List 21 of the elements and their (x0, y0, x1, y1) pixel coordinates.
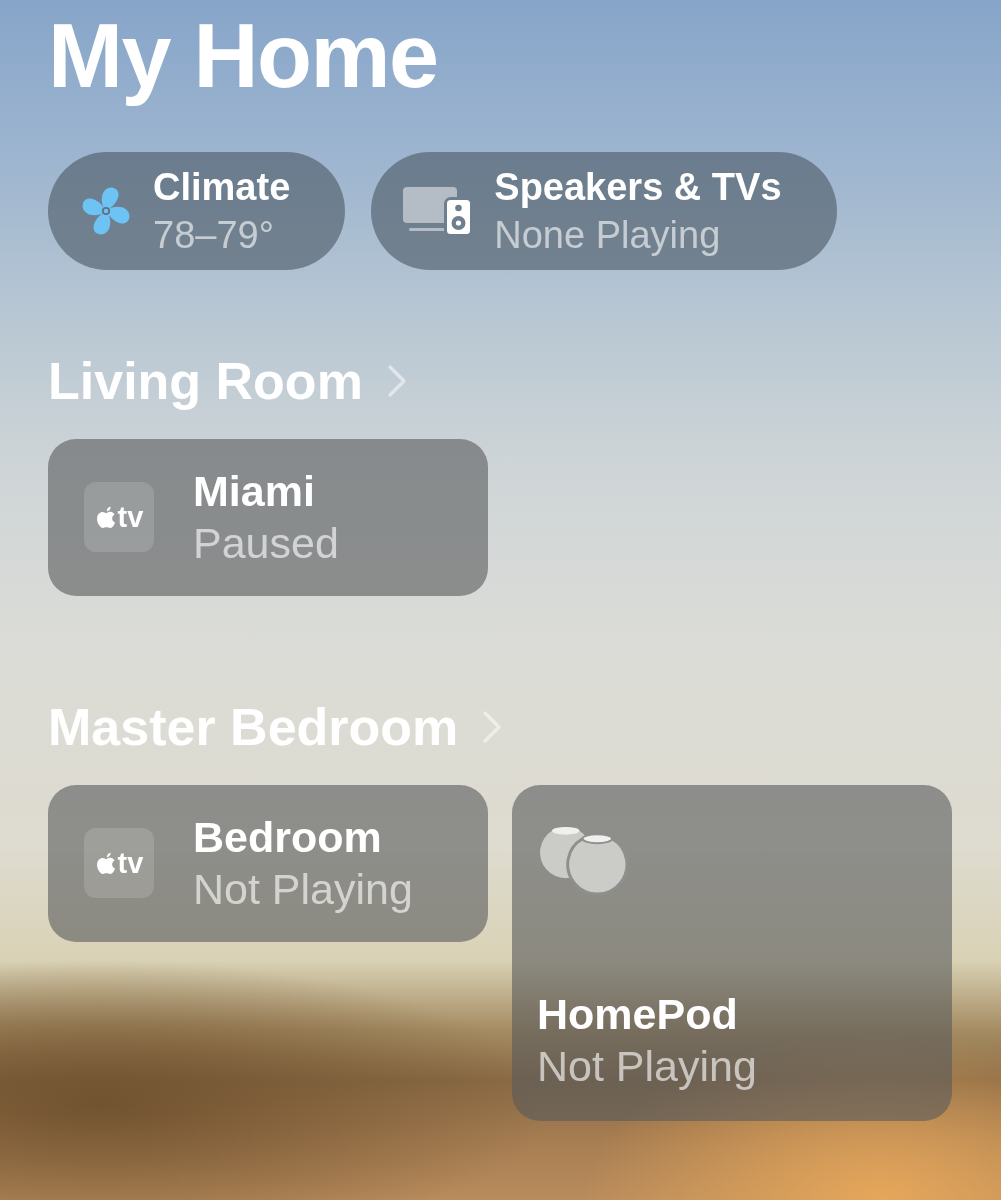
chevron-icon (386, 363, 407, 398)
logo-text: tv (117, 502, 144, 532)
accessory-name: Miami (193, 466, 316, 517)
accessory-status: Not Playing (537, 1040, 758, 1092)
summary-pill[interactable]: Speakers & TVs None Playing (371, 151, 837, 270)
page-title: My Home (48, 5, 438, 108)
pill-status: 78–79° (153, 212, 275, 258)
pill-status: None Playing (494, 212, 722, 258)
accessory-tile[interactable]: tv Bedroom Not Playing (48, 784, 488, 942)
apple-icon (94, 506, 117, 528)
accessory-name: HomePod (537, 988, 739, 1040)
accessory-tile[interactable]: tv Miami Paused (48, 438, 488, 596)
accessory-status: Paused (193, 518, 339, 569)
pill-title: Speakers & TVs (494, 164, 782, 210)
apple-icon (94, 852, 117, 874)
accessory-name: Bedroom (193, 812, 383, 863)
logo-text: tv (117, 848, 144, 878)
accessory-status: Not Playing (193, 864, 413, 915)
accessory-tile[interactable]: HomePod Not Playing (512, 784, 952, 1121)
summary-pill[interactable]: Climate 78–79° (48, 151, 346, 270)
pill-title: Climate (153, 164, 291, 210)
